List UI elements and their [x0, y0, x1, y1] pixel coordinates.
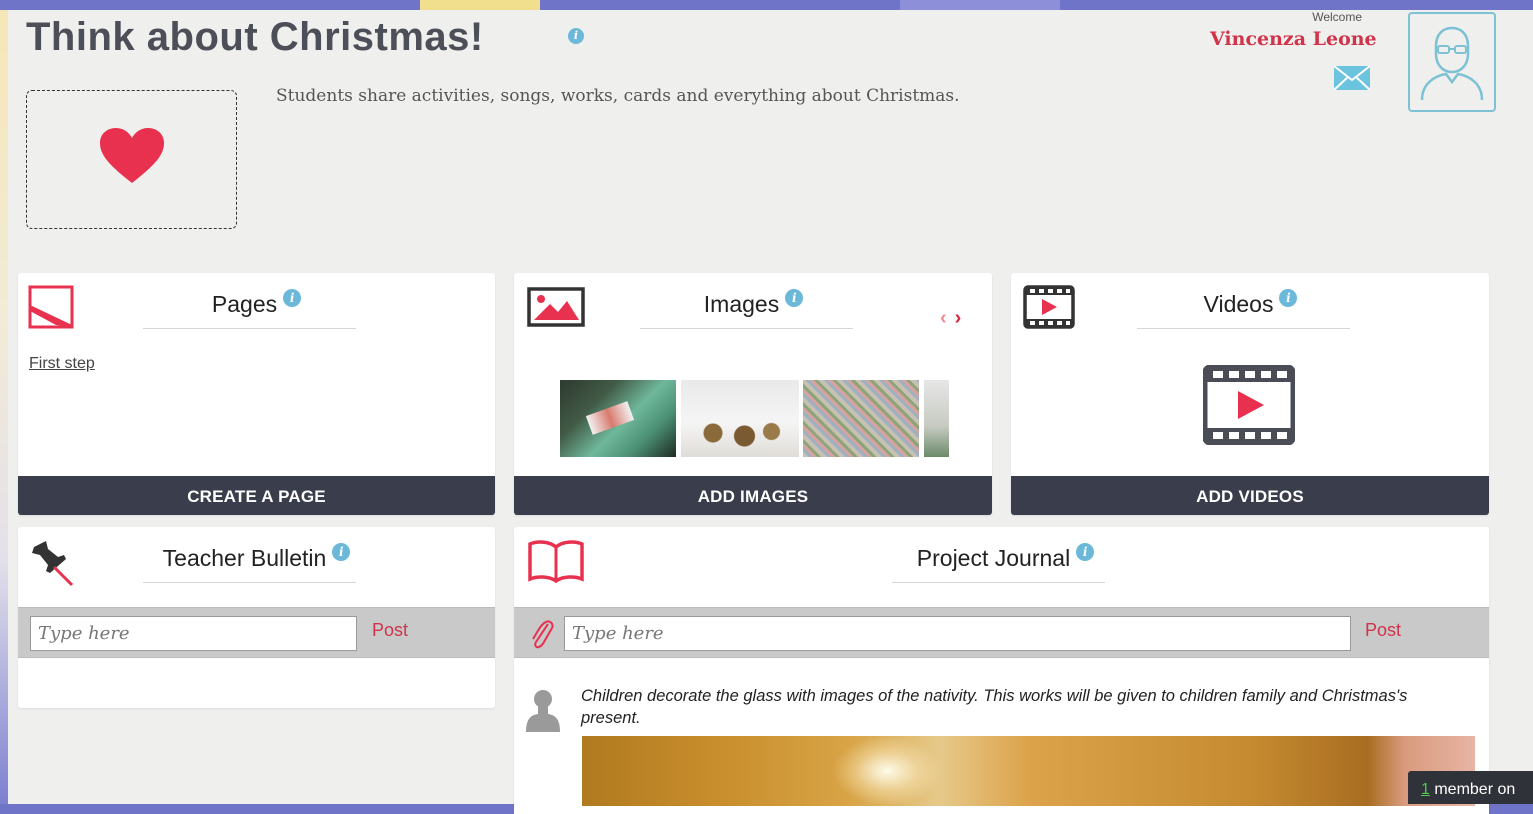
title-divider — [143, 328, 356, 329]
title-divider — [1137, 328, 1350, 329]
carousel-next-button[interactable]: › — [955, 307, 962, 329]
photo-glare — [832, 736, 942, 806]
journal-post-button[interactable]: Post — [1365, 620, 1401, 641]
image-thumbnails — [560, 380, 949, 457]
project-description: Students share activities, songs, works,… — [276, 86, 960, 106]
images-card: Images i ‹ › ADD IMAGES — [514, 273, 992, 515]
image-thumbnail[interactable] — [803, 380, 919, 457]
journal-post-row: Post — [514, 607, 1489, 658]
info-icon[interactable]: i — [1076, 543, 1095, 561]
bulletin-title-text: Teacher Bulletin — [162, 545, 327, 571]
book-icon — [527, 539, 585, 588]
videos-card-title: Videos i — [1137, 289, 1364, 318]
create-page-button[interactable]: CREATE A PAGE — [18, 476, 495, 515]
background-cloud — [900, 0, 1060, 10]
title-divider — [892, 582, 1105, 583]
pages-title-text: Pages — [211, 291, 278, 317]
bulletin-post-button[interactable]: Post — [372, 620, 408, 641]
title-divider — [640, 328, 853, 329]
pages-card-title: Pages i — [143, 289, 370, 318]
members-label: member on — [1429, 781, 1516, 798]
page-title: Think about Christmas! — [26, 15, 484, 59]
image-thumbnail[interactable] — [681, 380, 799, 457]
user-silhouette-icon — [1420, 26, 1484, 101]
videos-card: Videos i ADD VIDEOS — [1011, 273, 1489, 515]
user-avatar[interactable] — [1408, 12, 1496, 112]
image-thumbnail[interactable] — [924, 380, 949, 457]
background-sun — [420, 0, 540, 10]
carousel-prev-button[interactable]: ‹ — [940, 307, 947, 329]
image-icon — [527, 287, 585, 332]
journal-entry-photo[interactable] — [582, 736, 1475, 806]
background-top — [0, 0, 1533, 10]
carousel-controls: ‹ › — [940, 307, 961, 330]
project-journal-card: Project Journal i Post Children decorate … — [514, 527, 1489, 814]
film-icon — [1023, 285, 1075, 334]
images-title-text: Images — [703, 291, 780, 317]
mail-icon[interactable] — [1333, 65, 1371, 95]
pages-card: Pages i First step CREATE A PAGE — [18, 273, 495, 515]
info-icon[interactable]: i — [332, 543, 351, 561]
pushpin-icon — [28, 539, 76, 592]
journal-card-title: Project Journal i — [892, 543, 1119, 572]
main-panel: Think about Christmas! i Students share … — [8, 10, 1533, 814]
video-placeholder-icon[interactable] — [1202, 364, 1296, 450]
user-avatar-icon — [526, 688, 560, 739]
info-icon[interactable]: i — [283, 289, 302, 307]
videos-title-text: Videos — [1203, 291, 1274, 317]
teacher-bulletin-card: Teacher Bulletin i Post — [18, 527, 495, 708]
heart-icon — [100, 128, 164, 183]
welcome-label: Welcome — [1312, 10, 1362, 24]
journal-entry-text: Children decorate the glass with images … — [581, 687, 1408, 727]
title-divider — [143, 582, 356, 583]
journal-title-text: Project Journal — [916, 545, 1071, 571]
info-icon[interactable]: i — [1279, 289, 1298, 307]
page-link-first-step[interactable]: First step — [29, 355, 95, 373]
image-thumbnail[interactable] — [560, 380, 676, 457]
bulletin-post-row: Post — [18, 607, 495, 658]
user-name-link[interactable]: Vincenza Leone — [1210, 28, 1377, 50]
add-videos-button[interactable]: ADD VIDEOS — [1011, 476, 1489, 515]
bulletin-input[interactable] — [30, 616, 357, 651]
add-images-button[interactable]: ADD IMAGES — [514, 476, 992, 515]
thumbnail-object — [585, 401, 635, 435]
thumbnail-object — [695, 418, 785, 448]
page-icon — [28, 285, 76, 336]
project-logo[interactable] — [26, 90, 237, 229]
journal-input[interactable] — [564, 616, 1351, 651]
info-icon[interactable]: i — [568, 28, 584, 44]
bulletin-card-title: Teacher Bulletin i — [143, 543, 370, 572]
images-card-title: Images i — [640, 289, 867, 318]
paperclip-icon[interactable] — [528, 618, 554, 655]
info-icon[interactable]: i — [785, 289, 804, 307]
members-count[interactable]: 1 — [1421, 781, 1430, 798]
members-online-badge[interactable]: 1 member on — [1408, 771, 1533, 804]
